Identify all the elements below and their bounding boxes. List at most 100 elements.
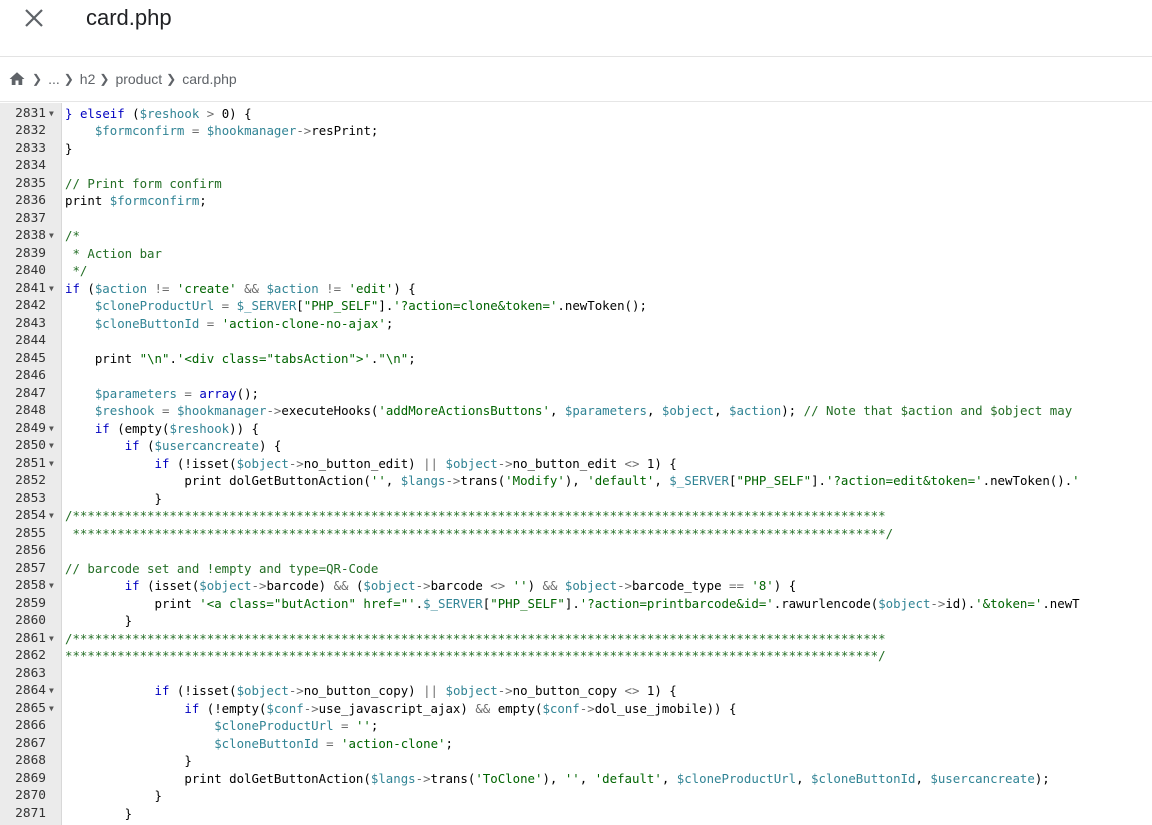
code-line: 2844: [0, 332, 1152, 350]
fold-toggle-icon[interactable]: ▼: [49, 280, 57, 298]
line-number: 2837: [15, 210, 46, 226]
code-line: 2856: [0, 542, 1152, 560]
chevron-right-icon: ❯: [32, 72, 43, 86]
code-text: }: [65, 753, 192, 768]
line-number: 2859: [15, 595, 46, 611]
line-number: 2847: [15, 385, 46, 401]
code-line: 2865 ▼ if (!empty($conf->use_javascript_a…: [0, 700, 1152, 718]
code-text: ****************************************…: [65, 648, 886, 663]
line-number: 2868: [15, 753, 46, 768]
line-number: 2851: [15, 455, 46, 471]
code-line: 2836 print $formconfirm;: [0, 192, 1152, 210]
home-icon[interactable]: [8, 70, 26, 88]
fold-toggle-icon[interactable]: ▼: [49, 105, 57, 123]
close-icon[interactable]: [20, 4, 48, 32]
code-line: 2842 $cloneProductUrl = $_SERVER["PHP_SE…: [0, 297, 1152, 315]
line-number: 2833: [15, 140, 46, 156]
code-line: 2837: [0, 210, 1152, 228]
code-text: $cloneProductUrl = $_SERVER["PHP_SELF"].…: [94, 298, 647, 313]
line-number: 2858: [15, 578, 46, 593]
line-number: 2862: [15, 648, 46, 663]
code-text: * Action bar: [65, 245, 162, 261]
line-number: 2867: [15, 735, 46, 751]
code-line: 2831 ▼ } elseif ($reshook > 0) {: [0, 105, 1152, 123]
line-number: 2863: [15, 665, 46, 681]
line-number: 2860: [15, 613, 46, 628]
line-number: 2856: [15, 543, 46, 558]
fold-toggle-icon[interactable]: ▼: [49, 630, 57, 648]
fold-toggle-icon[interactable]: ▼: [49, 682, 57, 700]
breadcrumb-item-h2[interactable]: h2: [80, 71, 96, 87]
code-line: 2868 }: [0, 752, 1152, 770]
code-line: 2871 }: [0, 805, 1152, 823]
code-text: if (!isset($object->no_button_copy) || $…: [154, 683, 677, 698]
code-line: 2832 $formconfirm = $hookmanager->resPri…: [0, 122, 1152, 140]
code-line: 2869 print dolGetButtonAction($langs->tr…: [0, 770, 1152, 788]
line-number: 2857: [15, 560, 46, 576]
code-line: 2838 ▼ /*: [0, 227, 1152, 245]
file-title: card.php: [86, 5, 172, 30]
fold-toggle-icon[interactable]: ▼: [49, 700, 57, 718]
code-text: }: [65, 490, 162, 506]
code-line: 2834: [0, 157, 1152, 175]
code-text: if (!empty($conf->use_javascript_ajax) &…: [184, 700, 737, 716]
code-line: 2851 ▼ if (!isset($object->no_button_edit…: [0, 455, 1152, 473]
code-text: }: [65, 613, 133, 628]
code-text: $cloneProductUrl = '';: [214, 718, 379, 733]
code-text: print dolGetButtonAction('', $langs->tra…: [65, 473, 1080, 488]
breadcrumb-item-current-file: card.php: [182, 71, 237, 87]
breadcrumb-item-ellipsis[interactable]: ...: [48, 71, 60, 87]
code-text: if (empty($reshook)) {: [94, 420, 259, 436]
code-text: }: [65, 140, 73, 156]
code-text: } elseif ($reshook > 0) {: [65, 105, 252, 121]
code-line: 2852 print dolGetButtonAction('', $langs…: [0, 472, 1152, 490]
line-number: 2854: [15, 508, 46, 523]
code-text: $reshook = $hookmanager->executeHooks('a…: [94, 403, 1073, 418]
code-line: 2862 ************************************…: [0, 647, 1152, 665]
line-number: 2853: [15, 490, 46, 506]
code-line: 2867 $cloneButtonId = 'action-clone';: [0, 735, 1152, 753]
line-number: 2852: [15, 473, 46, 488]
line-number: 2845: [15, 350, 46, 366]
chevron-right-icon: ❯: [166, 72, 177, 86]
fold-toggle-icon[interactable]: ▼: [49, 420, 57, 438]
code-line: 2855 ***********************************…: [0, 525, 1152, 543]
line-number: 2848: [15, 403, 46, 418]
line-number: 2831: [15, 105, 46, 121]
code-lines: 2831 ▼} elseif ($reshook > 0) {2832 $form…: [0, 105, 1152, 823]
code-text: print dolGetButtonAction($langs->trans('…: [65, 770, 1050, 786]
code-text: $formconfirm = $hookmanager->resPrint;: [94, 123, 379, 138]
chevron-right-icon: ❯: [63, 72, 74, 86]
code-line: 2847 $parameters = array();: [0, 385, 1152, 403]
line-number: 2832: [15, 123, 46, 138]
code-text: /*: [65, 228, 80, 243]
code-line: 2833}: [0, 140, 1152, 158]
code-text: $cloneButtonId = 'action-clone-no-ajax';: [94, 315, 394, 331]
line-number: 2843: [15, 315, 46, 331]
line-number: 2836: [15, 193, 46, 208]
fold-toggle-icon[interactable]: ▼: [49, 227, 57, 245]
fold-toggle-icon[interactable]: ▼: [49, 455, 57, 473]
breadcrumb: ❯ ... ❯ h2 ❯ product ❯ card.php: [0, 57, 1152, 102]
code-line: 2863: [0, 665, 1152, 683]
line-number: 2871: [15, 805, 46, 821]
line-number: 2835: [15, 175, 46, 191]
fold-toggle-icon[interactable]: ▼: [49, 437, 57, 455]
code-line: 2853 }: [0, 490, 1152, 508]
line-number: 2846: [15, 368, 46, 383]
code-text: print "\n".'<div class="tabsAction">'."\…: [65, 350, 416, 366]
code-line: 2841 ▼ if ($action != 'create' && $action …: [0, 280, 1152, 298]
code-text: $parameters = array();: [94, 385, 260, 401]
code-text: // Print form confirm: [65, 175, 222, 191]
fold-toggle-icon[interactable]: ▼: [49, 507, 57, 525]
breadcrumb-item-product[interactable]: product: [115, 71, 162, 87]
line-number: 2864: [15, 683, 46, 698]
code-text: print '<a class="butAction" href="'.$_SE…: [65, 595, 1080, 611]
code-text: /***************************************…: [65, 508, 886, 523]
code-text: /***************************************…: [65, 630, 886, 646]
code-line: 2849 ▼ if (empty($reshook)) {: [0, 420, 1152, 438]
code-line: 2860 }: [0, 612, 1152, 630]
code-editor[interactable]: 2831 ▼} elseif ($reshook > 0) {2832 $form…: [0, 103, 1152, 825]
fold-toggle-icon[interactable]: ▼: [49, 577, 57, 595]
code-line: 2864 ▼ if (!isset($object->no_button_copy…: [0, 682, 1152, 700]
